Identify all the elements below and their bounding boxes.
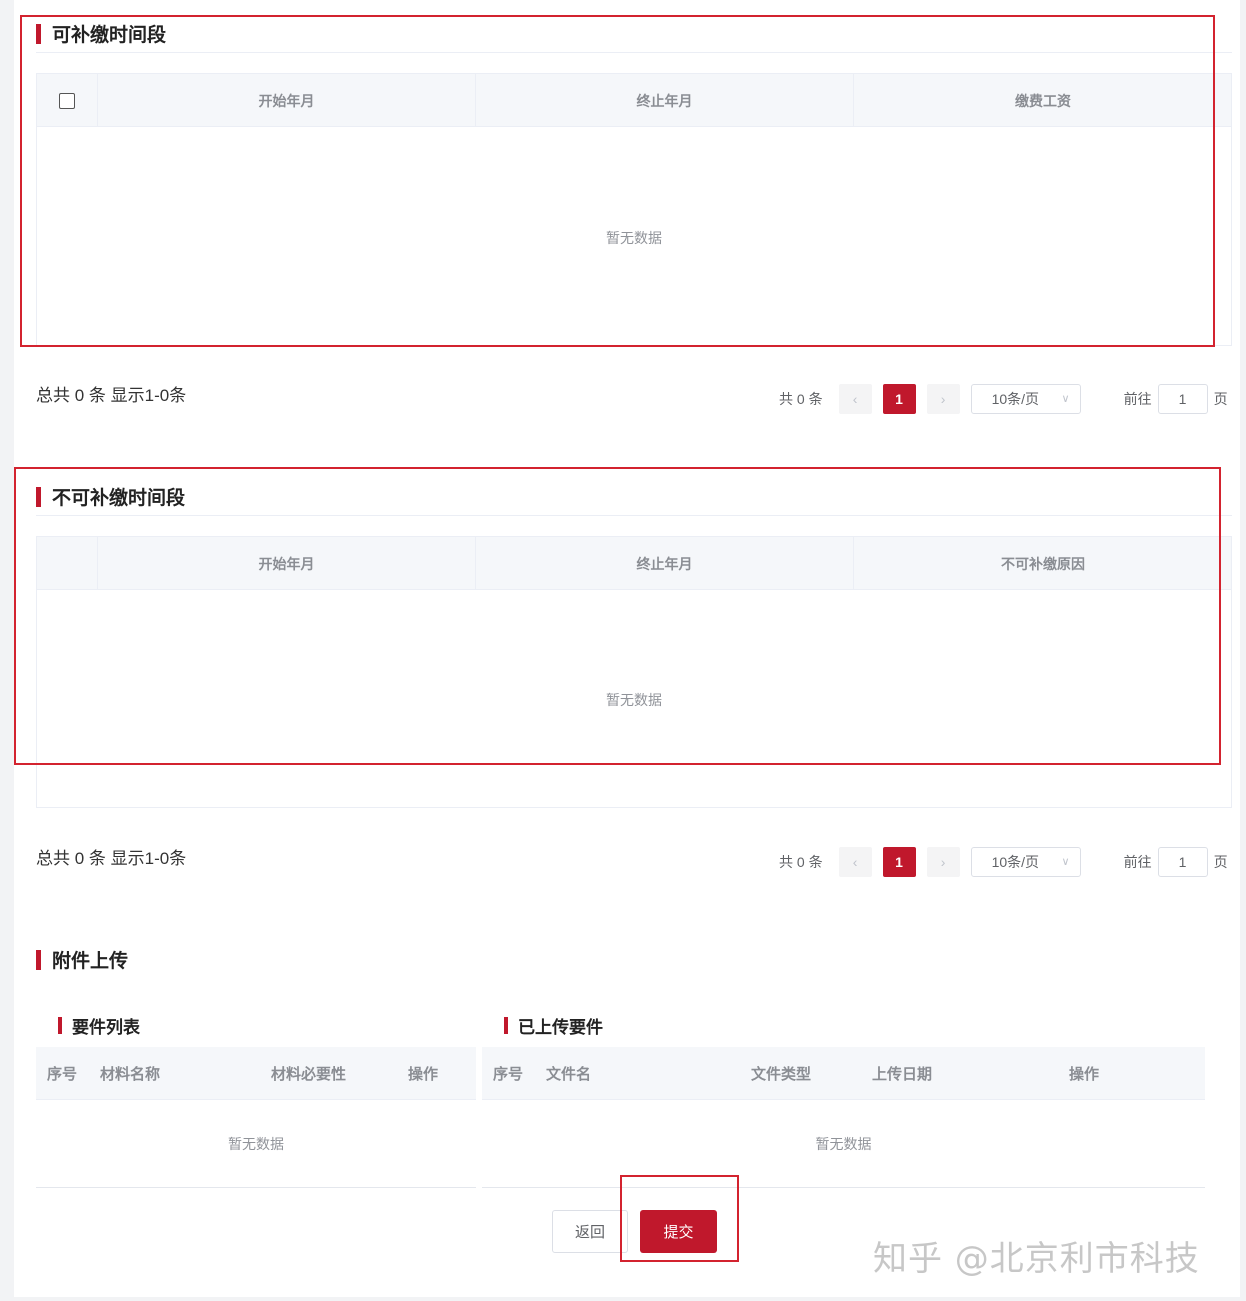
next-page-button[interactable]: › xyxy=(926,384,960,414)
section-title-attachments: 附件上传 xyxy=(36,946,128,973)
uploaded-docs-title: 已上传要件 xyxy=(504,1013,603,1038)
column-header-action: 操作 xyxy=(408,1066,439,1083)
sub-title-text: 已上传要件 xyxy=(518,1018,603,1037)
section-title-text: 附件上传 xyxy=(52,951,129,972)
required-docs-table: 序号 材料名称 材料必要性 操作 暂无数据 xyxy=(36,1047,476,1188)
column-header-file-name: 文件名 xyxy=(546,1066,592,1083)
total-summary: 总共 0 条 显示1-0条 xyxy=(36,386,187,405)
sub-title-text: 要件列表 xyxy=(72,1018,140,1037)
prev-page-button[interactable]: ‹ xyxy=(838,384,872,414)
column-header-upload-date: 上传日期 xyxy=(872,1066,933,1083)
prev-page-button[interactable]: ‹ xyxy=(838,847,872,877)
goto-label: 前往 xyxy=(1123,854,1152,870)
total-summary: 总共 0 条 显示1-0条 xyxy=(36,849,187,868)
goto-unit: 页 xyxy=(1213,391,1228,407)
page-number-button[interactable]: 1 xyxy=(882,384,916,414)
column-header-necessity: 材料必要性 xyxy=(271,1066,347,1083)
watermark: 知乎 @北京利市科技 xyxy=(873,1239,1200,1279)
chevron-down-icon: ∨ xyxy=(1061,393,1070,405)
pagination: 共 0 条 ‹ 1 › 10条/页 ∨ 前往 1 页 xyxy=(779,847,1228,877)
goto-unit: 页 xyxy=(1213,854,1228,870)
column-header-action: 操作 xyxy=(1069,1066,1100,1083)
page-number-button[interactable]: 1 xyxy=(882,847,916,877)
empty-text: 暂无数据 xyxy=(815,1136,872,1152)
page-size-value: 10条/页 xyxy=(991,854,1040,870)
column-header-file-type: 文件类型 xyxy=(751,1066,812,1083)
highlight-frame xyxy=(14,467,1221,765)
uploaded-docs-table: 序号 文件名 文件类型 上传日期 操作 暂无数据 xyxy=(482,1047,1205,1188)
title-accent-bar xyxy=(58,1017,62,1034)
pagination-total: 共 0 条 xyxy=(779,391,823,407)
page-size-value: 10条/页 xyxy=(991,391,1040,407)
pagination: 共 0 条 ‹ 1 › 10条/页 ∨ 前往 1 页 xyxy=(779,384,1228,414)
table-header: 序号 材料名称 材料必要性 操作 xyxy=(36,1047,476,1100)
table-header: 序号 文件名 文件类型 上传日期 操作 xyxy=(482,1047,1205,1100)
page-size-select[interactable]: 10条/页 ∨ xyxy=(970,847,1081,877)
title-accent-bar xyxy=(36,949,41,970)
empty-text: 暂无数据 xyxy=(228,1136,284,1152)
column-header-index: 序号 xyxy=(47,1066,78,1083)
pagination-total: 共 0 条 xyxy=(779,854,823,870)
chevron-down-icon: ∨ xyxy=(1061,856,1070,868)
back-button[interactable]: 返回 xyxy=(552,1210,628,1253)
highlight-frame xyxy=(620,1175,739,1262)
page-size-select[interactable]: 10条/页 ∨ xyxy=(970,384,1081,414)
column-header-index: 序号 xyxy=(493,1066,524,1083)
column-header-material-name: 材料名称 xyxy=(100,1066,161,1083)
title-accent-bar xyxy=(504,1017,508,1034)
goto-label: 前往 xyxy=(1123,391,1152,407)
required-docs-title: 要件列表 xyxy=(58,1013,140,1038)
goto-page-input[interactable]: 1 xyxy=(1157,847,1208,877)
goto-page-input[interactable]: 1 xyxy=(1157,384,1208,414)
next-page-button[interactable]: › xyxy=(926,847,960,877)
highlight-frame xyxy=(20,15,1215,347)
